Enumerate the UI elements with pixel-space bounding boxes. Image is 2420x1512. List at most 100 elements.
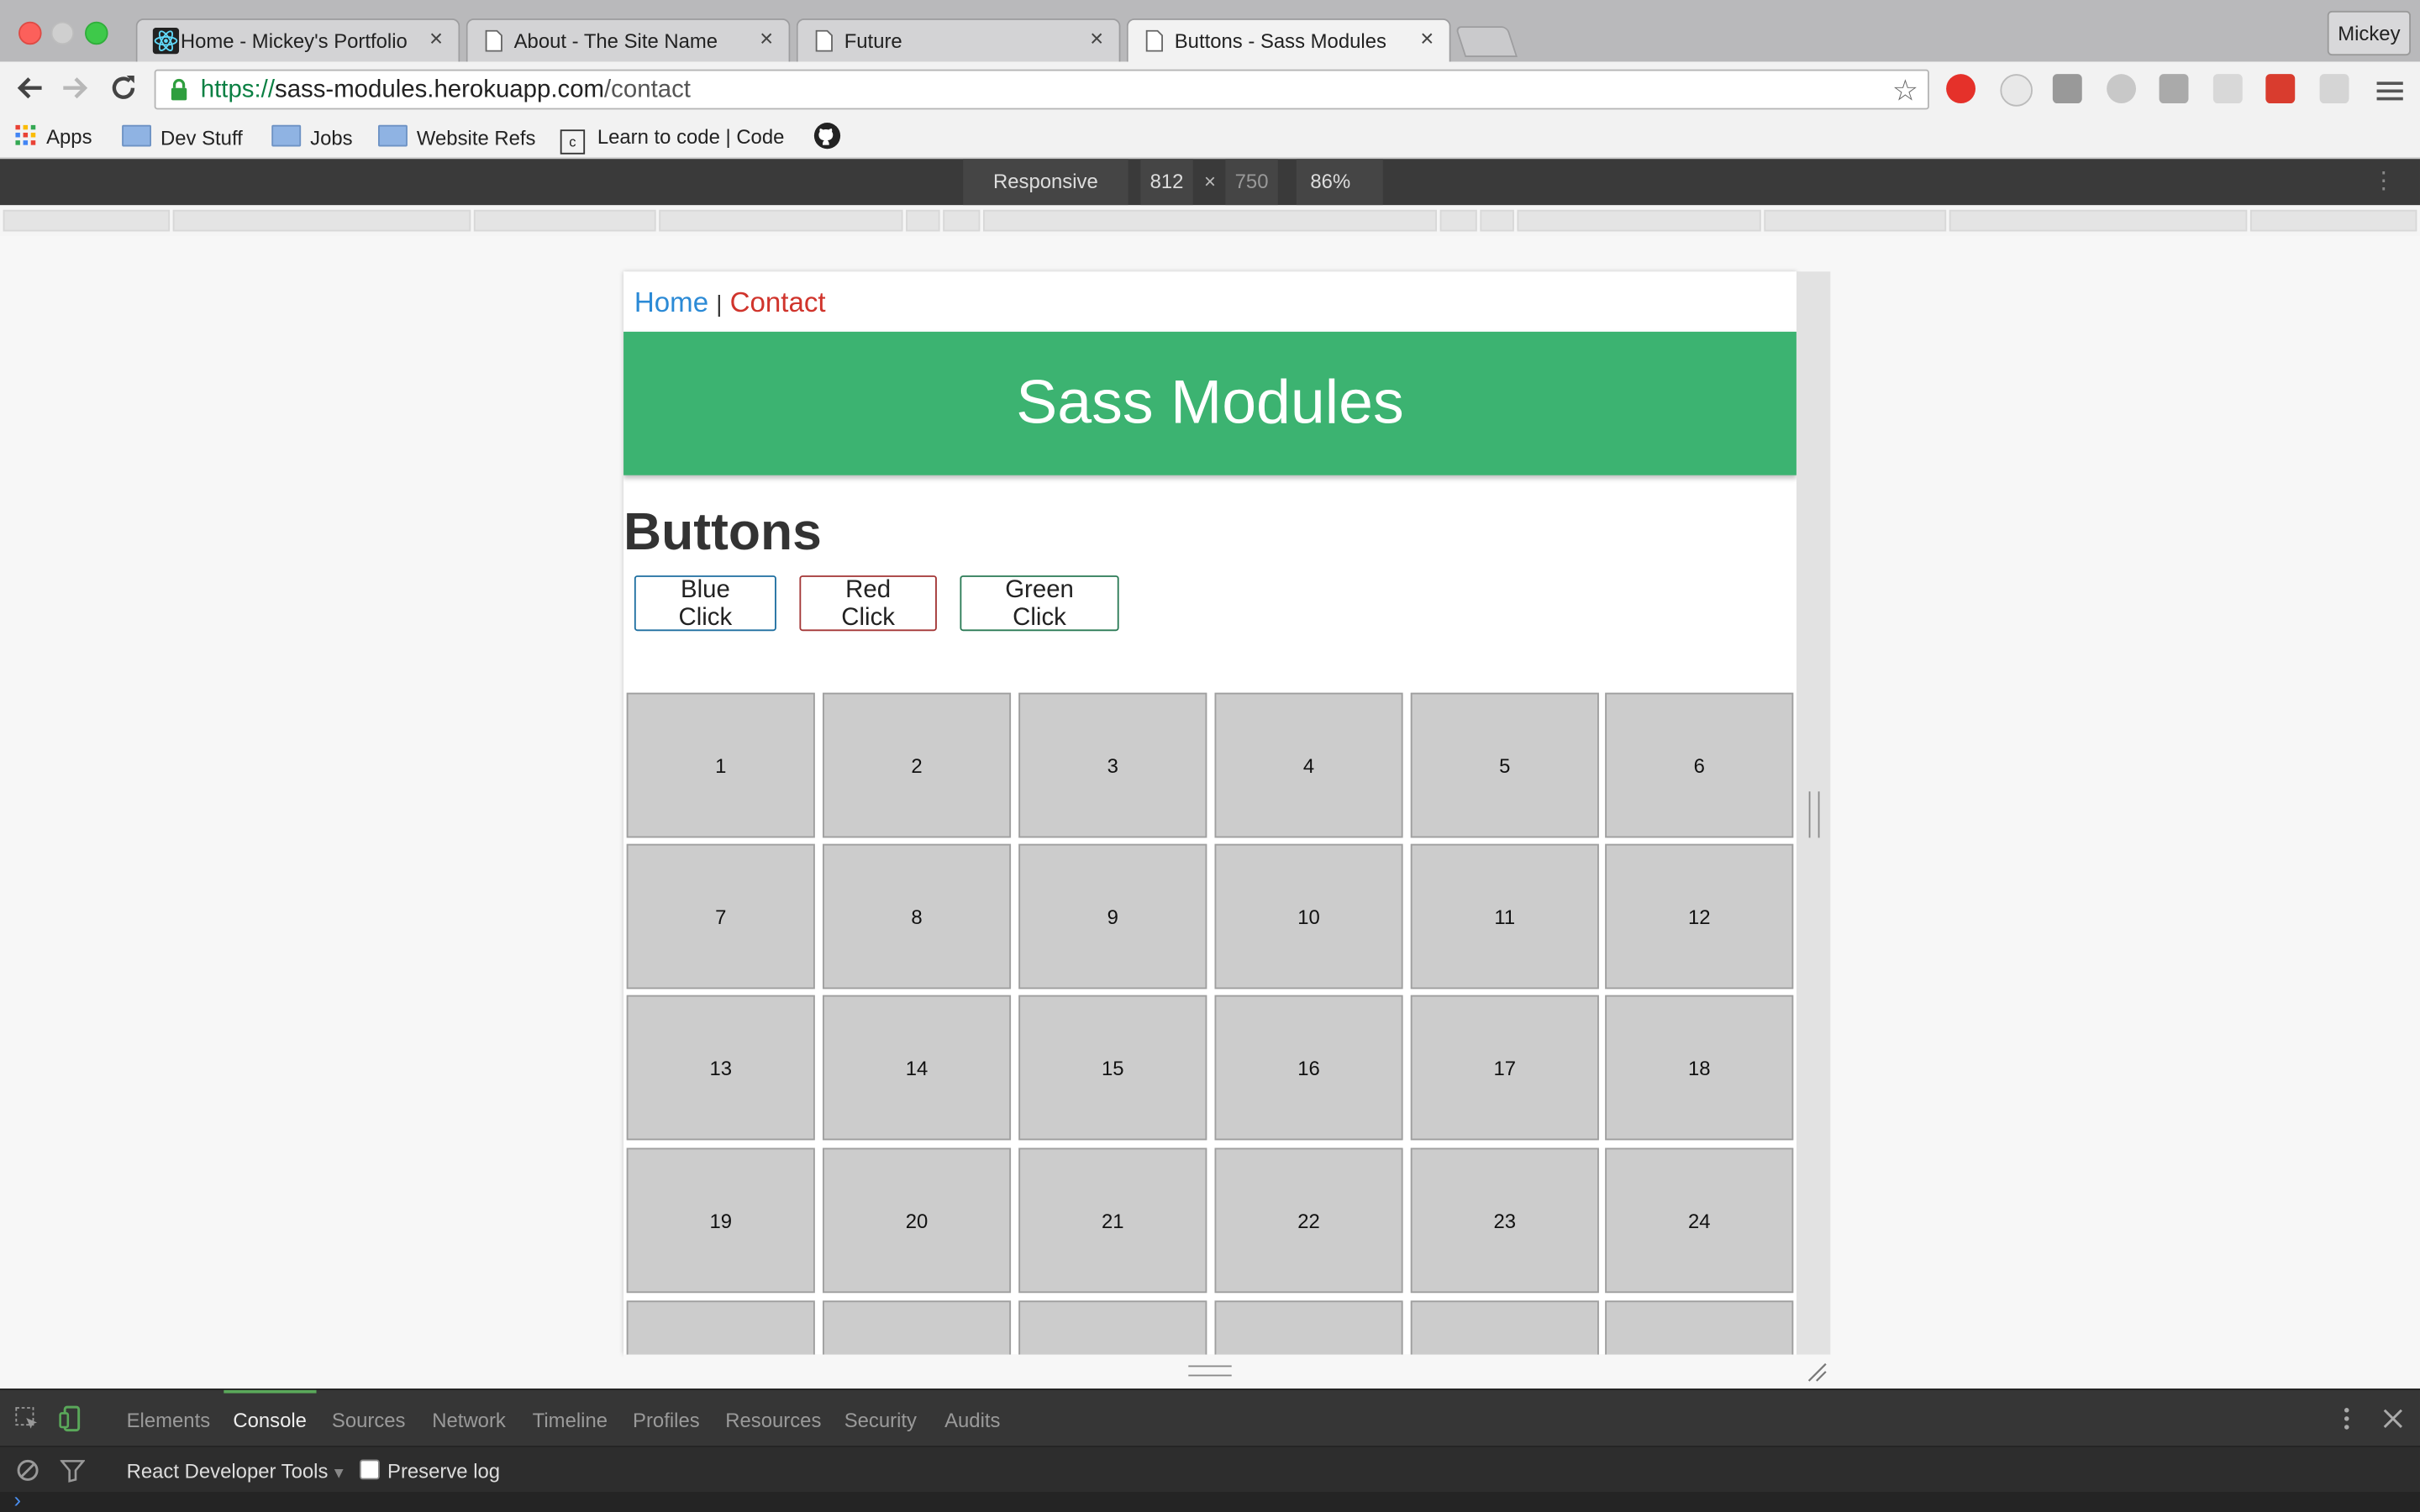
extension-icon[interactable] bbox=[2212, 74, 2243, 104]
device-toolbar: Responsive 812 × 750 86% ⋮ bbox=[0, 159, 2420, 206]
device-mode-select[interactable]: Responsive bbox=[963, 159, 1128, 206]
new-tab-button[interactable] bbox=[1455, 26, 1518, 57]
lock-icon bbox=[171, 78, 187, 101]
media-query-segment[interactable] bbox=[982, 209, 1437, 232]
media-query-segment[interactable] bbox=[1949, 209, 2248, 232]
devtools-tab-elements[interactable]: Elements bbox=[127, 1409, 211, 1432]
grid-cell bbox=[1018, 1300, 1207, 1355]
github-icon[interactable] bbox=[813, 122, 841, 150]
tab-close-icon[interactable]: × bbox=[429, 26, 443, 52]
forward-arrow-icon[interactable] bbox=[59, 71, 92, 104]
nav-home-link[interactable]: Home bbox=[634, 287, 708, 318]
page-icon bbox=[815, 29, 833, 52]
console-output[interactable]: › bbox=[0, 1488, 2420, 1512]
resize-corner-icon[interactable] bbox=[1806, 1361, 1828, 1383]
media-query-segment[interactable] bbox=[3, 209, 171, 232]
viewport-width-resizer[interactable] bbox=[1796, 271, 1831, 1355]
grid-cell: 18 bbox=[1605, 995, 1794, 1141]
grid-cell: 2 bbox=[822, 692, 1012, 838]
device-toolbar-icon[interactable] bbox=[59, 1405, 85, 1432]
close-window-button[interactable] bbox=[18, 21, 42, 45]
viewport-width-input[interactable]: 812 bbox=[1140, 159, 1193, 206]
checkbox-box bbox=[359, 1459, 380, 1480]
tab-future[interactable]: Future × bbox=[796, 18, 1121, 62]
media-query-segment[interactable] bbox=[906, 209, 940, 232]
grid-cell: 11 bbox=[1410, 843, 1599, 990]
devtools-tab-profiles[interactable]: Profiles bbox=[633, 1409, 700, 1432]
devtools-tab-security[interactable]: Security bbox=[844, 1409, 917, 1432]
site-nav: Home | Contact bbox=[634, 287, 826, 320]
bookmark-learn-to-code[interactable]: c Learn to code | Code bbox=[560, 124, 785, 155]
tab-title: Home - Mickey's Portfolio bbox=[180, 29, 408, 53]
tab-close-icon[interactable]: × bbox=[1420, 26, 1434, 52]
context-selector[interactable]: React Developer Tools ▼ bbox=[127, 1460, 347, 1483]
hero-banner: Sass Modules bbox=[623, 331, 1797, 475]
counter-extension-icon[interactable] bbox=[2052, 74, 2082, 104]
grid-cell: 21 bbox=[1018, 1147, 1207, 1294]
devtools-tab-resources[interactable]: Resources bbox=[725, 1409, 821, 1432]
profile-button[interactable]: Mickey bbox=[2327, 10, 2411, 56]
back-arrow-icon[interactable] bbox=[13, 71, 46, 104]
bookmark-label: Dev Stuff bbox=[160, 126, 243, 150]
media-query-segment[interactable] bbox=[1517, 209, 1761, 232]
close-devtools-icon[interactable] bbox=[2380, 1405, 2406, 1431]
media-query-segment[interactable] bbox=[1480, 209, 1514, 232]
grid-cell bbox=[822, 1300, 1012, 1355]
bookmark-jobs[interactable]: Jobs bbox=[271, 124, 353, 150]
devtools-tab-timeline[interactable]: Timeline bbox=[533, 1409, 608, 1432]
media-query-segment[interactable] bbox=[1764, 209, 1947, 232]
media-query-segment[interactable] bbox=[943, 209, 981, 232]
media-query-segment[interactable] bbox=[659, 209, 903, 232]
filter-icon[interactable] bbox=[60, 1460, 86, 1483]
green-click-button[interactable]: Green Click bbox=[960, 575, 1119, 632]
extension-icon[interactable] bbox=[2319, 74, 2349, 104]
tab-home-portfolio[interactable]: Home - Mickey's Portfolio × bbox=[135, 18, 460, 62]
media-query-segment[interactable] bbox=[1439, 209, 1477, 232]
more-options-icon[interactable]: ⋮ bbox=[2372, 159, 2396, 205]
bookmark-label: Apps bbox=[46, 124, 92, 149]
adblock-extension-icon[interactable] bbox=[1946, 74, 1976, 104]
more-options-icon[interactable] bbox=[2333, 1405, 2360, 1431]
devtools-tab-network[interactable]: Network bbox=[432, 1409, 506, 1432]
menu-icon[interactable] bbox=[2376, 77, 2403, 105]
bookmark-website-refs[interactable]: Website Refs bbox=[377, 124, 535, 150]
red-click-button[interactable]: Red Click bbox=[799, 575, 937, 632]
bookmark-apps[interactable]: Apps bbox=[15, 124, 92, 149]
dimension-separator: × bbox=[1204, 170, 1216, 193]
tab-close-icon[interactable]: × bbox=[760, 26, 773, 52]
bookmark-dev-stuff[interactable]: Dev Stuff bbox=[122, 124, 243, 150]
tab-close-icon[interactable]: × bbox=[1090, 26, 1103, 52]
extension-icon[interactable] bbox=[2159, 74, 2189, 104]
media-query-segment[interactable] bbox=[473, 209, 656, 232]
devtools-tab-console[interactable]: Console bbox=[224, 1389, 316, 1431]
bookmark-label: Learn to code | Code bbox=[597, 124, 785, 149]
react-icon bbox=[152, 28, 180, 55]
nav-contact-link[interactable]: Contact bbox=[730, 287, 826, 318]
viewport-height-resizer[interactable] bbox=[623, 1354, 1831, 1389]
cors-extension-icon[interactable] bbox=[2265, 74, 2296, 104]
devtools-tab-sources[interactable]: Sources bbox=[332, 1409, 406, 1432]
media-query-segment[interactable] bbox=[2249, 209, 2417, 232]
reload-icon[interactable] bbox=[107, 71, 140, 104]
preserve-log-checkbox[interactable]: Preserve log bbox=[359, 1459, 500, 1483]
devtools-tab-audits[interactable]: Audits bbox=[944, 1409, 1000, 1432]
address-bar[interactable]: https://sass-modules.herokuapp.com/conta… bbox=[154, 69, 1929, 110]
grid-cell: 14 bbox=[822, 995, 1012, 1141]
tab-sass-modules[interactable]: Buttons - Sass Modules × bbox=[1126, 18, 1451, 64]
tab-about[interactable]: About - The Site Name × bbox=[466, 18, 791, 62]
react-devtools-extension-icon[interactable] bbox=[2107, 74, 2137, 104]
inspect-element-icon[interactable] bbox=[14, 1405, 40, 1431]
grid-cell bbox=[1605, 1300, 1794, 1355]
resize-handle-icon bbox=[1808, 791, 1820, 838]
media-query-segment[interactable] bbox=[172, 209, 471, 232]
minimize-window-button[interactable] bbox=[50, 21, 75, 45]
emulated-viewport: Home | Contact Sass Modules Buttons Blue C… bbox=[623, 271, 1797, 1355]
extension-icon[interactable] bbox=[2000, 74, 2033, 107]
clear-console-icon[interactable] bbox=[15, 1458, 39, 1483]
viewport-height-input[interactable]: 750 bbox=[1225, 159, 1278, 206]
zoom-window-button[interactable] bbox=[85, 21, 108, 45]
grid-cell bbox=[626, 1300, 815, 1355]
zoom-select[interactable]: 86% bbox=[1296, 159, 1383, 206]
bookmark-star-icon[interactable]: ☆ bbox=[1892, 74, 1918, 109]
blue-click-button[interactable]: Blue Click bbox=[634, 575, 776, 632]
